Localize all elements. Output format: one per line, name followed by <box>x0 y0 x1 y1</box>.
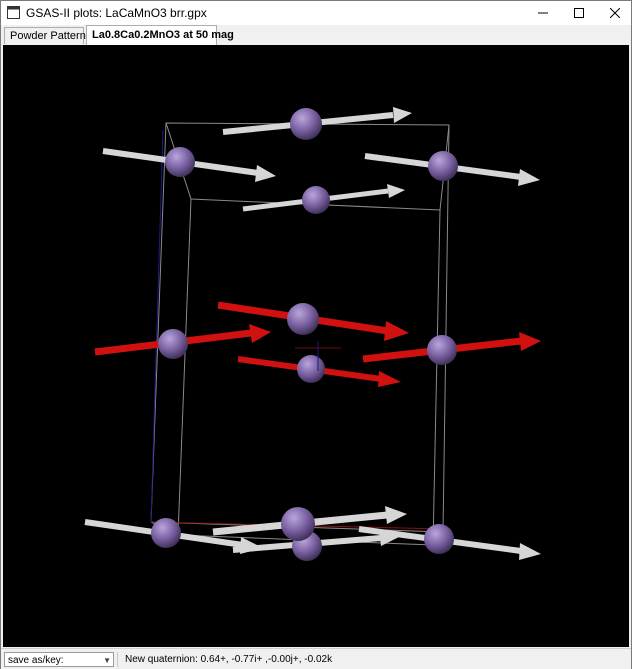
status-bar: save as/key: ▼ New quaternion: 0.64+, -0… <box>1 648 631 669</box>
save-as-key-value: save as/key: <box>8 655 64 666</box>
maximize-button[interactable] <box>561 1 597 25</box>
close-button[interactable] <box>597 1 632 25</box>
atom-sphere <box>165 147 195 177</box>
status-message: New quaternion: 0.64+, -0.77i+ ,-0.00j+,… <box>125 654 333 665</box>
structure-drawing <box>84 107 541 561</box>
atom-sphere <box>151 518 181 548</box>
atom-sphere <box>302 186 330 214</box>
minimize-button[interactable] <box>525 1 561 25</box>
chevron-down-icon: ▼ <box>103 656 111 665</box>
atom-sphere <box>297 355 325 383</box>
atom-sphere <box>158 329 188 359</box>
app-window-icon <box>7 6 20 19</box>
plot-window: GSAS-II plots: LaCaMnO3 brr.gpx Powder P… <box>0 0 632 669</box>
tab-powder-patterns[interactable]: Powder Patterns <box>4 27 91 44</box>
tab-magnetic-structure[interactable]: La0.8Ca0.2MnO3 at 50 mag <box>86 25 234 45</box>
atom-sphere <box>424 524 454 554</box>
structure-3d-canvas[interactable] <box>3 45 629 647</box>
close-icon <box>610 8 620 18</box>
atom-sphere <box>287 303 319 335</box>
atom-sphere <box>290 108 322 140</box>
atom-sphere <box>428 151 458 181</box>
window-title: GSAS-II plots: LaCaMnO3 brr.gpx <box>26 6 207 20</box>
atom-sphere <box>281 507 315 541</box>
title-bar: GSAS-II plots: LaCaMnO3 brr.gpx <box>1 1 631 25</box>
status-separator <box>117 652 118 667</box>
plot-tab-bar: Powder Patterns La0.8Ca0.2MnO3 at 50 mag <box>1 25 631 45</box>
minimize-icon <box>538 12 548 14</box>
axis-a <box>150 129 164 523</box>
maximize-icon <box>574 8 584 18</box>
save-as-key-combo[interactable]: save as/key: ▼ <box>4 652 114 667</box>
atom-sphere <box>427 335 457 365</box>
